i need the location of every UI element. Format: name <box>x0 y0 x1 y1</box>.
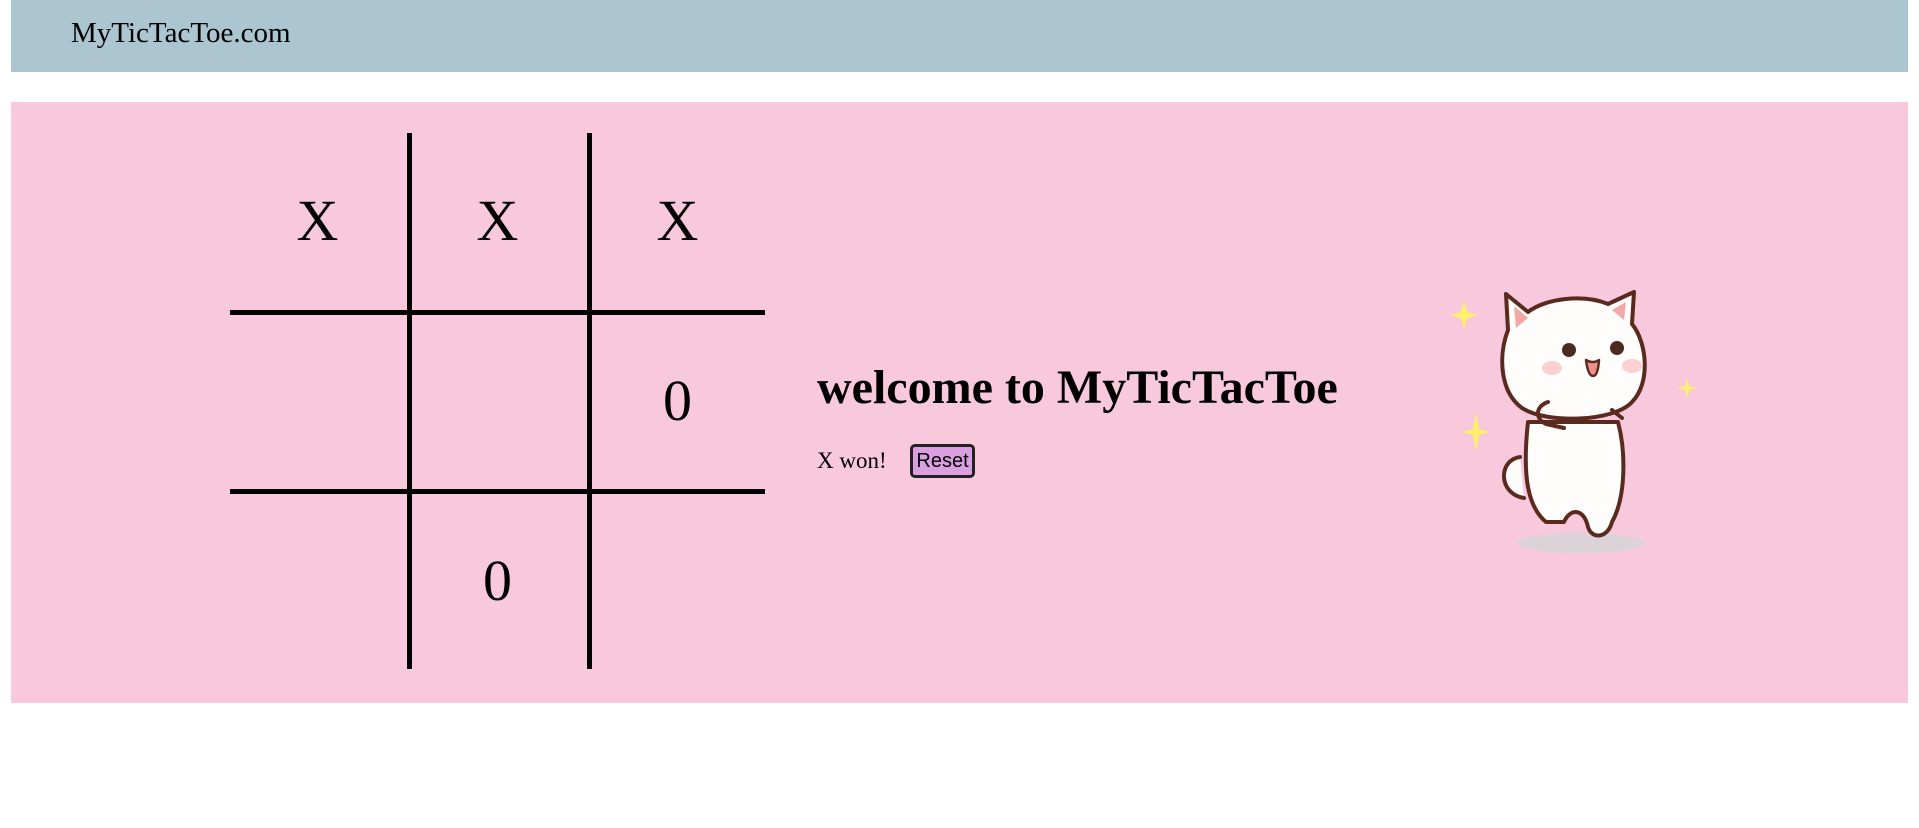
board-cell-9[interactable] <box>590 493 765 668</box>
board-cell-2[interactable]: X <box>410 133 585 308</box>
game-panel: X X X 0 0 welcome to MyTicTacToe X won! … <box>11 102 1908 703</box>
board-cell-7[interactable] <box>230 493 405 668</box>
welcome-heading: welcome to MyTicTacToe <box>817 361 1338 414</box>
board-cell-3[interactable]: X <box>590 133 765 308</box>
board-cell-8[interactable]: 0 <box>410 493 585 668</box>
site-header: MyTicTacToe.com <box>11 0 1908 72</box>
game-status: X won! <box>817 448 887 473</box>
reset-button[interactable]: Reset <box>910 444 975 478</box>
site-title[interactable]: MyTicTacToe.com <box>71 17 291 50</box>
tic-tac-toe-board: X X X 0 0 <box>230 133 765 669</box>
board-cell-4[interactable] <box>230 313 405 488</box>
board-cell-1[interactable]: X <box>230 133 405 308</box>
board-cell-5[interactable] <box>410 313 585 488</box>
cat-mascot-icon <box>1436 272 1706 562</box>
board-cell-6[interactable]: 0 <box>590 313 765 488</box>
